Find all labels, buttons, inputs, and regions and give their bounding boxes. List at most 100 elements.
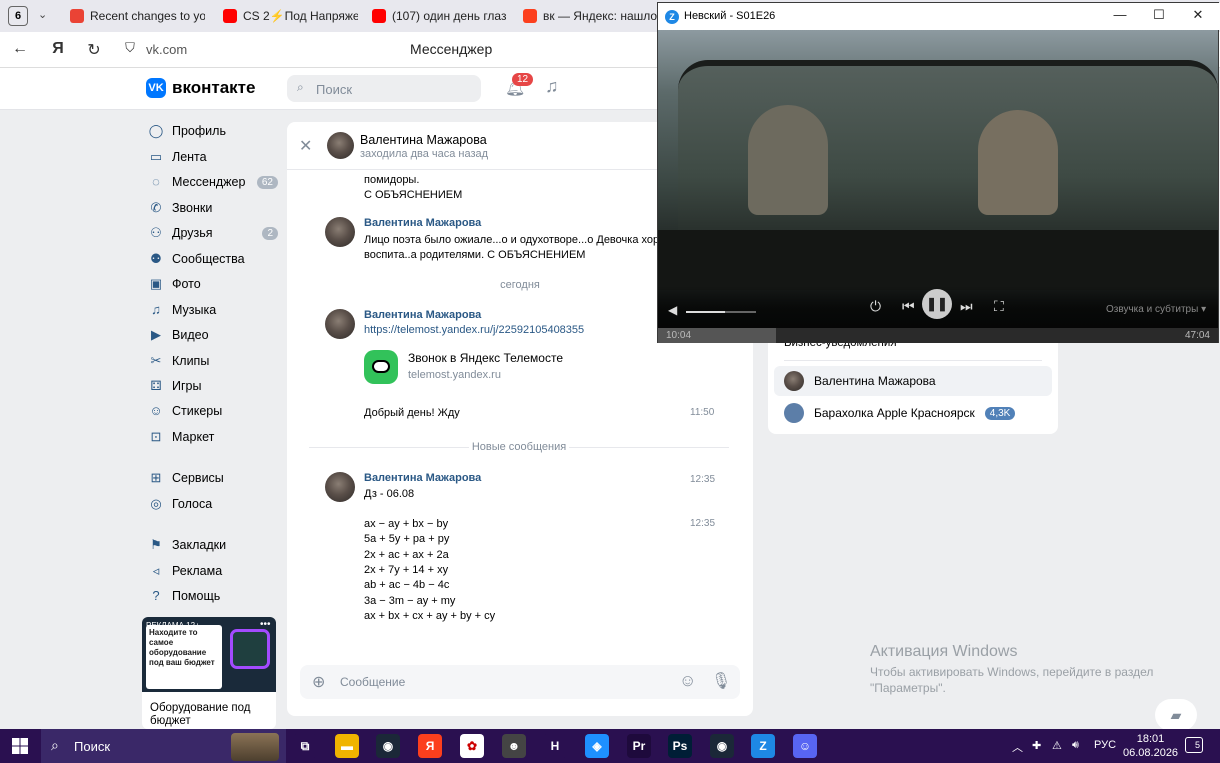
message-input[interactable]: Сообщение [340,675,405,689]
sidebar-item[interactable]: ☺ Стикеры [148,400,278,422]
emoji-icon[interactable]: ☺ [679,671,696,691]
unread-badge: 4,3K [984,406,1016,420]
message-author[interactable]: Валентина Мажарова [364,472,481,484]
avatar[interactable] [325,309,355,339]
chevron-up-icon[interactable]: ︿ [1012,739,1023,755]
close-icon[interactable]: ✕ [1183,7,1213,23]
yandex-home-icon[interactable]: Я [48,40,68,58]
windows-start-icon[interactable] [12,738,28,754]
link-card-title[interactable]: Звонок в Яндекс Телемосте [408,351,563,366]
sidebar-item-label: Закладки [172,538,227,552]
sidebar-item[interactable]: ⚑ Закладки [148,534,278,556]
attach-icon[interactable]: ⊕ [312,672,325,692]
notification-center-icon[interactable]: 5 [1185,737,1203,753]
back-icon[interactable]: ← [10,40,30,58]
previous-icon[interactable]: ⏮ [902,298,915,315]
taskview-icon[interactable]: ⧉ [293,734,317,758]
clock[interactable]: 18:01 06.08.2026 [1123,732,1178,760]
next-icon[interactable]: ⏭ [960,298,973,315]
volume-icon[interactable]: ◀ [668,303,677,317]
sidebar-item[interactable]: ◎ Голоса [148,493,278,515]
explorer-icon[interactable]: ▬ [335,734,359,758]
message-composer[interactable]: ⊕ Сообщение ☺ 🎙︎ [300,665,740,699]
ad-tag: РЕКЛАМА 12+ [146,621,200,630]
power-icon[interactable]: ⏻ [870,298,881,315]
sidebar-item-label: Стикеры [172,404,223,418]
browser-tab-label: вк — Яндекс: нашлось [543,9,658,23]
sidebar-item[interactable]: ⚇ Друзья 2 [148,222,278,244]
photoshop-icon[interactable]: Ps [668,734,692,758]
avatar[interactable] [327,132,354,159]
new-messages-separator: Новые сообщения [471,441,567,453]
message-time: 11:50 [690,407,715,418]
sidebar-item[interactable]: ✂ Клипы [148,350,278,372]
player-app-icon[interactable]: Z [751,734,775,758]
vk-logo-icon[interactable]: VK [146,78,166,98]
microphone-icon[interactable]: 🎙︎ [711,671,731,691]
sidebar-item-label: Помощь [172,589,221,603]
avatar[interactable] [325,217,355,247]
taskbar-search-label: Поиск [74,739,111,754]
bookmark-icon: ⚑ [150,537,162,552]
photo-app-icon[interactable]: ✿ [460,734,484,758]
sidebar-item[interactable]: ▶ Видео [148,324,278,346]
message-text-line: ax + bx + cx + ay + by + cy [364,609,496,622]
pause-button[interactable]: ❚❚ [922,289,952,319]
vpn-icon[interactable]: ◈ [585,734,609,758]
yandex-browser-icon[interactable]: Я [418,734,442,758]
sidebar-item[interactable]: ⊡ Маркет [148,426,278,448]
telemost-icon[interactable] [364,350,398,384]
sidebar-item[interactable]: ? Помощь [148,585,278,607]
url-field[interactable]: vk.com [146,42,187,57]
steam-icon[interactable]: ◉ [376,734,400,758]
seek-bar[interactable]: 10:04 47:04 [658,328,1218,343]
fullscreen-icon[interactable]: ⛶ [994,298,1004,315]
contact-name[interactable]: Валентина Мажарова [360,133,487,147]
car-hood-image [658,230,1218,290]
speaker-icon[interactable]: 🔊︎ [1072,739,1079,752]
steam-icon-2[interactable]: ◉ [710,734,734,758]
message-author[interactable]: Валентина Мажарова [364,309,481,321]
chevron-down-icon[interactable]: ⌄ [38,8,47,21]
sidebar-item[interactable]: ⚉ Сообщества [148,248,278,270]
launcher-icon[interactable]: H [543,734,567,758]
language-indicator[interactable]: РУС [1094,739,1116,751]
chat-list-item[interactable]: Барахолка Apple Красноярск 4,3K [774,398,1052,428]
sidebar-item[interactable]: ⊞ Сервисы [148,467,278,489]
close-icon[interactable]: ✕ [299,136,312,156]
chat-bubble-icon[interactable]: ▰ [1155,699,1197,731]
chat-list-item[interactable]: Валентина Мажарова [774,366,1052,396]
premiere-icon[interactable]: Pr [627,734,651,758]
audio-subtitles-menu[interactable]: Озвучка и субтитры ▾ [1106,304,1206,315]
shield-icon[interactable]: ⛉ [120,40,140,56]
message-author[interactable]: Валентина Мажарова [364,217,481,229]
message-link[interactable]: https://telemost.yandex.ru/j/22592105408… [364,324,584,336]
reload-icon[interactable]: ↻ [84,40,104,60]
sidebar-item[interactable]: ◃ Реклама [148,560,278,582]
volume-slider[interactable] [686,311,756,313]
music-icon[interactable]: ♫ [545,76,559,97]
network-icon[interactable]: ⚠︎ [1052,739,1062,752]
browser-tab[interactable]: вк — Яндекс: нашлось [523,0,658,32]
sidebar-item[interactable]: ▣ Фото [148,273,278,295]
tab-count-button[interactable]: 6 [8,6,28,26]
ad-title[interactable]: Оборудование под бюджет [150,702,270,728]
sidebar-item[interactable]: ▭ Лента [148,146,278,168]
browser-tab[interactable]: CS 2⚡Под Напряжен [223,0,358,32]
browser-tab[interactable]: Recent changes to your [70,0,205,32]
sidebar-item[interactable]: ◌ Мессенджер 62 [148,171,278,193]
sidebar-item[interactable]: ⚃ Игры [148,375,278,397]
discord-icon[interactable]: ☺ [793,734,817,758]
taskbar-search[interactable]: ⌕ Поиск [41,729,286,763]
sidebar-item[interactable]: ✆ Звонки [148,197,278,219]
browser-tab[interactable]: (107) один день глаза [372,0,507,32]
minimize-icon[interactable]: — [1105,7,1135,22]
sidebar-item[interactable]: ◯ Профиль [148,120,278,142]
avatar[interactable] [325,472,355,502]
sidebar-item[interactable]: ♫ Музыка [148,299,278,321]
ad-block[interactable]: Находите то самое оборудование под ваш б… [142,617,276,729]
vpn-tray-icon[interactable]: ✚ [1032,739,1041,752]
maximize-icon[interactable]: ☐ [1144,7,1174,23]
game-icon[interactable]: ☻ [502,734,526,758]
vk-logo-text[interactable]: вконтакте [172,78,255,98]
